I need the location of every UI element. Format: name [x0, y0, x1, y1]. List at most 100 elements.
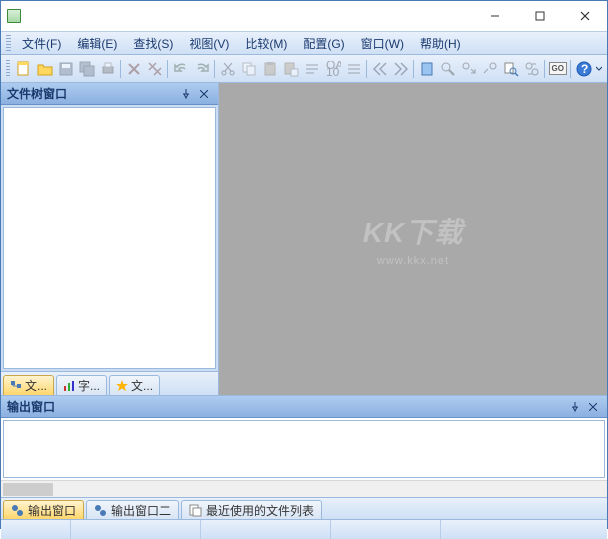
find-prev-button[interactable]	[480, 58, 499, 80]
close-file-button[interactable]	[124, 58, 143, 80]
star-icon	[116, 380, 128, 392]
menu-compare[interactable]: 比较(M)	[237, 32, 295, 55]
tree-icon	[10, 380, 22, 392]
output-close-button[interactable]	[585, 399, 601, 415]
menubar-grip[interactable]	[6, 35, 11, 51]
output-panel: 输出窗口 输出窗口 输出窗口二 最近使用的文件列表	[1, 395, 607, 519]
output-header: 输出窗口	[1, 396, 607, 418]
close-all-icon	[147, 61, 163, 77]
show-whitespace-button[interactable]: OA10	[323, 58, 342, 80]
menu-help[interactable]: 帮助(H)	[412, 32, 469, 55]
toolbar-dropdown[interactable]	[595, 58, 604, 80]
tab-label: 文...	[131, 377, 153, 394]
pin-button[interactable]	[178, 86, 194, 102]
tab-output-1[interactable]: 输出窗口	[3, 500, 84, 519]
main-area: 文件树窗口 文... 字... 文... KK下载 www.kkx.net	[1, 83, 607, 395]
tab-label: 字...	[78, 377, 100, 394]
find-button[interactable]	[438, 58, 457, 80]
print-icon	[100, 61, 116, 77]
toolbar-grip[interactable]	[6, 60, 10, 78]
close-icon	[200, 90, 208, 98]
help-icon: ?	[576, 61, 592, 77]
cut-button[interactable]	[218, 58, 237, 80]
nav-back-button[interactable]	[370, 58, 389, 80]
minimize-button[interactable]	[472, 1, 517, 31]
tab-chars[interactable]: 字...	[56, 375, 107, 395]
menu-config[interactable]: 配置(G)	[295, 32, 352, 55]
cut-icon	[220, 61, 236, 77]
file-tree-body[interactable]	[3, 107, 216, 369]
output-hscrollbar[interactable]	[1, 480, 607, 497]
find-in-files-button[interactable]	[501, 58, 520, 80]
tab-file-tree[interactable]: 文...	[3, 375, 54, 395]
tab-recent-files[interactable]: 最近使用的文件列表	[181, 500, 322, 519]
close-icon	[589, 403, 597, 411]
whitespace-icon: OA10	[325, 61, 341, 77]
output-pin-button[interactable]	[567, 399, 583, 415]
close-all-button[interactable]	[145, 58, 164, 80]
copy-button[interactable]	[239, 58, 258, 80]
undo-icon	[173, 61, 189, 77]
save-all-button[interactable]	[77, 58, 96, 80]
find-in-files-icon	[503, 61, 519, 77]
goto-button[interactable]: GO	[548, 58, 567, 80]
toolbar: OA10 GO ?	[1, 55, 607, 83]
nav-forward-icon	[393, 61, 409, 77]
status-cell-1	[1, 520, 71, 539]
new-file-button[interactable]	[14, 58, 33, 80]
panel-close-button[interactable]	[196, 86, 212, 102]
help-button[interactable]: ?	[574, 58, 593, 80]
line-numbers-button[interactable]	[344, 58, 363, 80]
paste-special-button[interactable]	[281, 58, 300, 80]
copy-icon	[241, 61, 257, 77]
goto-icon: GO	[549, 62, 567, 75]
status-cell-5	[441, 520, 607, 539]
line-numbers-icon	[346, 61, 362, 77]
menu-file[interactable]: 文件(F)	[14, 32, 69, 55]
word-wrap-icon	[304, 61, 320, 77]
tab-label: 输出窗口二	[111, 502, 171, 519]
word-wrap-button[interactable]	[302, 58, 321, 80]
close-file-icon	[126, 61, 142, 77]
menu-window[interactable]: 窗口(W)	[353, 32, 412, 55]
watermark: KK下载 www.kkx.net	[363, 211, 463, 267]
nav-forward-button[interactable]	[391, 58, 410, 80]
paste-special-icon	[283, 61, 299, 77]
undo-button[interactable]	[171, 58, 190, 80]
tab-label: 最近使用的文件列表	[206, 502, 314, 519]
find-icon	[440, 61, 456, 77]
output-body[interactable]	[3, 420, 605, 478]
replace-icon	[524, 61, 540, 77]
find-next-button[interactable]	[459, 58, 478, 80]
left-panel-tabs: 文... 字... 文...	[1, 371, 218, 395]
status-cell-2	[71, 520, 201, 539]
open-folder-button[interactable]	[35, 58, 54, 80]
output-tabs: 输出窗口 输出窗口二 最近使用的文件列表	[1, 497, 607, 519]
watermark-main: KK下载	[363, 211, 463, 251]
replace-button[interactable]	[522, 58, 541, 80]
file-tree-panel: 文件树窗口 文... 字... 文...	[1, 83, 219, 395]
app-icon	[7, 9, 21, 23]
bookmark-button[interactable]	[417, 58, 436, 80]
file-tree-title: 文件树窗口	[7, 85, 67, 102]
menu-find[interactable]: 查找(S)	[125, 32, 181, 55]
tab-output-2[interactable]: 输出窗口二	[86, 500, 179, 519]
save-button[interactable]	[56, 58, 75, 80]
editor-area[interactable]: KK下载 www.kkx.net	[219, 83, 607, 395]
status-cell-3	[201, 520, 331, 539]
print-button[interactable]	[98, 58, 117, 80]
tab-favorites[interactable]: 文...	[109, 375, 160, 395]
paste-icon	[262, 61, 278, 77]
paste-button[interactable]	[260, 58, 279, 80]
redo-button[interactable]	[192, 58, 211, 80]
titlebar	[1, 1, 607, 31]
bookmark-icon	[419, 61, 435, 77]
save-all-icon	[79, 61, 95, 77]
gears-icon	[11, 504, 24, 517]
close-button[interactable]	[562, 1, 607, 31]
find-next-icon	[461, 61, 477, 77]
maximize-button[interactable]	[517, 1, 562, 31]
menu-edit[interactable]: 编辑(E)	[69, 32, 125, 55]
scrollbar-thumb[interactable]	[3, 483, 53, 496]
menu-view[interactable]: 视图(V)	[181, 32, 237, 55]
